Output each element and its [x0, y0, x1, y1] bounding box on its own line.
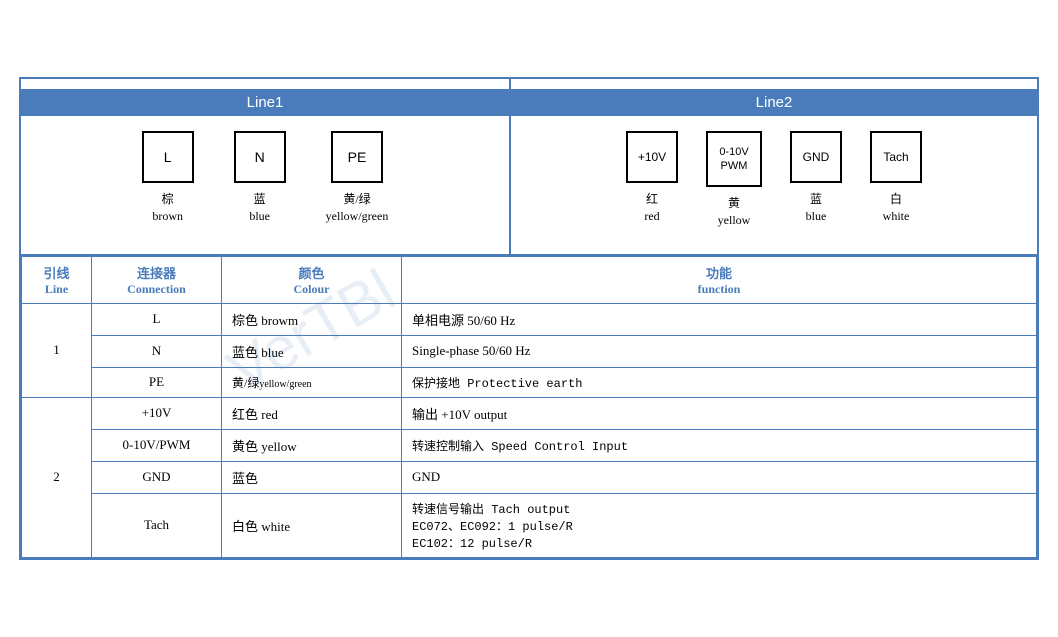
table-row: 0-10V/PWM 黄色 yellow 转速控制输入 Speed Control…	[22, 429, 1037, 461]
connector-pwm-box: 0-10VPWM	[706, 131, 762, 187]
line1-cell: 1	[22, 303, 92, 397]
conn-PE-cell: PE	[92, 367, 222, 397]
connector-gnd: GND 蓝 blue	[790, 131, 842, 229]
conn-pwm-cell: 0-10V/PWM	[92, 429, 222, 461]
func-gnd-cell: GND	[402, 461, 1037, 493]
connector-L-box: L	[142, 131, 194, 183]
color-PE-cell: 黄/绿yellow/green	[222, 367, 402, 397]
color-gnd-cell: 蓝色	[222, 461, 402, 493]
table-row: PE 黄/绿yellow/green 保护接地 Protective earth	[22, 367, 1037, 397]
func-L-cell: 单相电源 50/60 Hz	[402, 303, 1037, 335]
connector-PE-box: PE	[331, 131, 383, 183]
connector-N-box: N	[234, 131, 286, 183]
connector-PE-label: 黄/绿 yellow/green	[326, 191, 389, 225]
table-wrapper: VerTBl 引线 Line 连接器 Connection 颜色 Colour	[21, 256, 1037, 558]
line2-diagram: Line2 +10V 红 red 0-10VPWM 黄 yellow	[511, 79, 1037, 254]
conn-N-cell: N	[92, 335, 222, 367]
table-row: 2 +10V 红色 red 输出 +10V output	[22, 397, 1037, 429]
table-header-row: 引线 Line 连接器 Connection 颜色 Colour 功能 func…	[22, 256, 1037, 303]
diagram-section: Line1 L 棕 brown N 蓝 blue P	[21, 79, 1037, 256]
line2-cell: 2	[22, 397, 92, 557]
line2-connectors: +10V 红 red 0-10VPWM 黄 yellow GND	[511, 131, 1037, 229]
main-container: Line1 L 棕 brown N 蓝 blue P	[19, 77, 1039, 560]
conn-L-cell: L	[92, 303, 222, 335]
line1-header: Line1	[21, 89, 509, 116]
connector-gnd-box: GND	[790, 131, 842, 183]
func-PE-cell: 保护接地 Protective earth	[402, 367, 1037, 397]
func-10v-cell: 输出 +10V output	[402, 397, 1037, 429]
connector-tach: Tach 白 white	[870, 131, 922, 229]
th-connection: 连接器 Connection	[92, 256, 222, 303]
line1-diagram: Line1 L 棕 brown N 蓝 blue P	[21, 79, 511, 254]
table-row: GND 蓝色 GND	[22, 461, 1037, 493]
color-pwm-cell: 黄色 yellow	[222, 429, 402, 461]
color-tach-cell: 白色 white	[222, 493, 402, 557]
connector-gnd-label: 蓝 blue	[806, 191, 827, 225]
line1-connectors: L 棕 brown N 蓝 blue PE 黄/绿	[21, 131, 509, 225]
conn-gnd-cell: GND	[92, 461, 222, 493]
data-table: 引线 Line 连接器 Connection 颜色 Colour 功能 func…	[21, 256, 1037, 558]
table-row: 1 L 棕色 browm 单相电源 50/60 Hz	[22, 303, 1037, 335]
connector-10v: +10V 红 red	[626, 131, 678, 229]
connector-tach-label: 白 white	[883, 191, 910, 225]
func-N-cell: Single-phase 50/60 Hz	[402, 335, 1037, 367]
table-row: Tach 白色 white 转速信号输出 Tach outputEC072、EC…	[22, 493, 1037, 557]
table-row: N 蓝色 blue Single-phase 50/60 Hz	[22, 335, 1037, 367]
connector-N: N 蓝 blue	[234, 131, 286, 225]
th-function: 功能 function	[402, 256, 1037, 303]
connector-pwm-label: 黄 yellow	[718, 195, 751, 229]
connector-10v-label: 红 red	[644, 191, 659, 225]
conn-10v-cell: +10V	[92, 397, 222, 429]
color-N-cell: 蓝色 blue	[222, 335, 402, 367]
th-color: 颜色 Colour	[222, 256, 402, 303]
connector-tach-box: Tach	[870, 131, 922, 183]
connector-N-label: 蓝 blue	[249, 191, 270, 225]
func-pwm-cell: 转速控制输入 Speed Control Input	[402, 429, 1037, 461]
connector-PE: PE 黄/绿 yellow/green	[326, 131, 389, 225]
color-10v-cell: 红色 red	[222, 397, 402, 429]
connector-L-label: 棕 brown	[152, 191, 183, 225]
color-L-cell: 棕色 browm	[222, 303, 402, 335]
line2-header: Line2	[511, 89, 1037, 116]
conn-tach-cell: Tach	[92, 493, 222, 557]
connector-10v-box: +10V	[626, 131, 678, 183]
connector-pwm: 0-10VPWM 黄 yellow	[706, 131, 762, 229]
connector-L: L 棕 brown	[142, 131, 194, 225]
func-tach-cell: 转速信号输出 Tach outputEC072、EC092：1 pulse/RE…	[402, 493, 1037, 557]
th-line: 引线 Line	[22, 256, 92, 303]
